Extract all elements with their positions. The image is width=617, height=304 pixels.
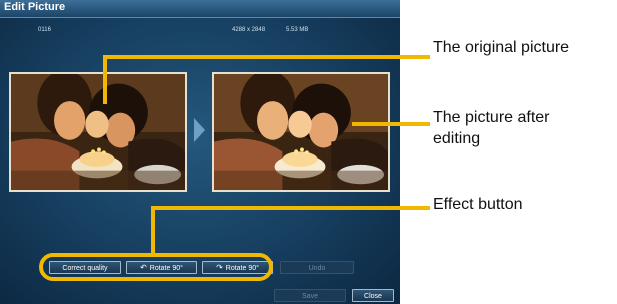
- callout-line-original-vertical: [103, 56, 107, 104]
- title-bar: Edit Picture: [0, 0, 400, 18]
- edited-picture: [212, 72, 390, 192]
- callout-line-after: [352, 122, 430, 126]
- original-picture: [9, 72, 187, 192]
- close-button[interactable]: Close: [352, 289, 394, 302]
- callout-line-original-horizontal: [103, 55, 430, 59]
- callout-original-picture: The original picture: [433, 39, 570, 56]
- callout-line-effect-horizontal: [151, 206, 430, 210]
- save-button[interactable]: Save: [274, 289, 346, 302]
- arrow-right-icon: [194, 118, 205, 142]
- callout-after-line2: editing: [433, 130, 481, 147]
- image-dimensions: 4288 x 2848: [232, 27, 266, 33]
- undo-button[interactable]: Undo: [280, 261, 354, 274]
- file-size: 5.53 MB: [286, 27, 309, 33]
- effect-buttons-highlight: [39, 253, 273, 281]
- callout-effect-button: Effect button: [433, 196, 523, 213]
- callout-line-effect-vertical: [151, 207, 155, 255]
- callout-after-line1: The picture after: [433, 109, 550, 126]
- window-title: Edit Picture: [4, 1, 66, 13]
- file-name: 0116: [38, 27, 51, 33]
